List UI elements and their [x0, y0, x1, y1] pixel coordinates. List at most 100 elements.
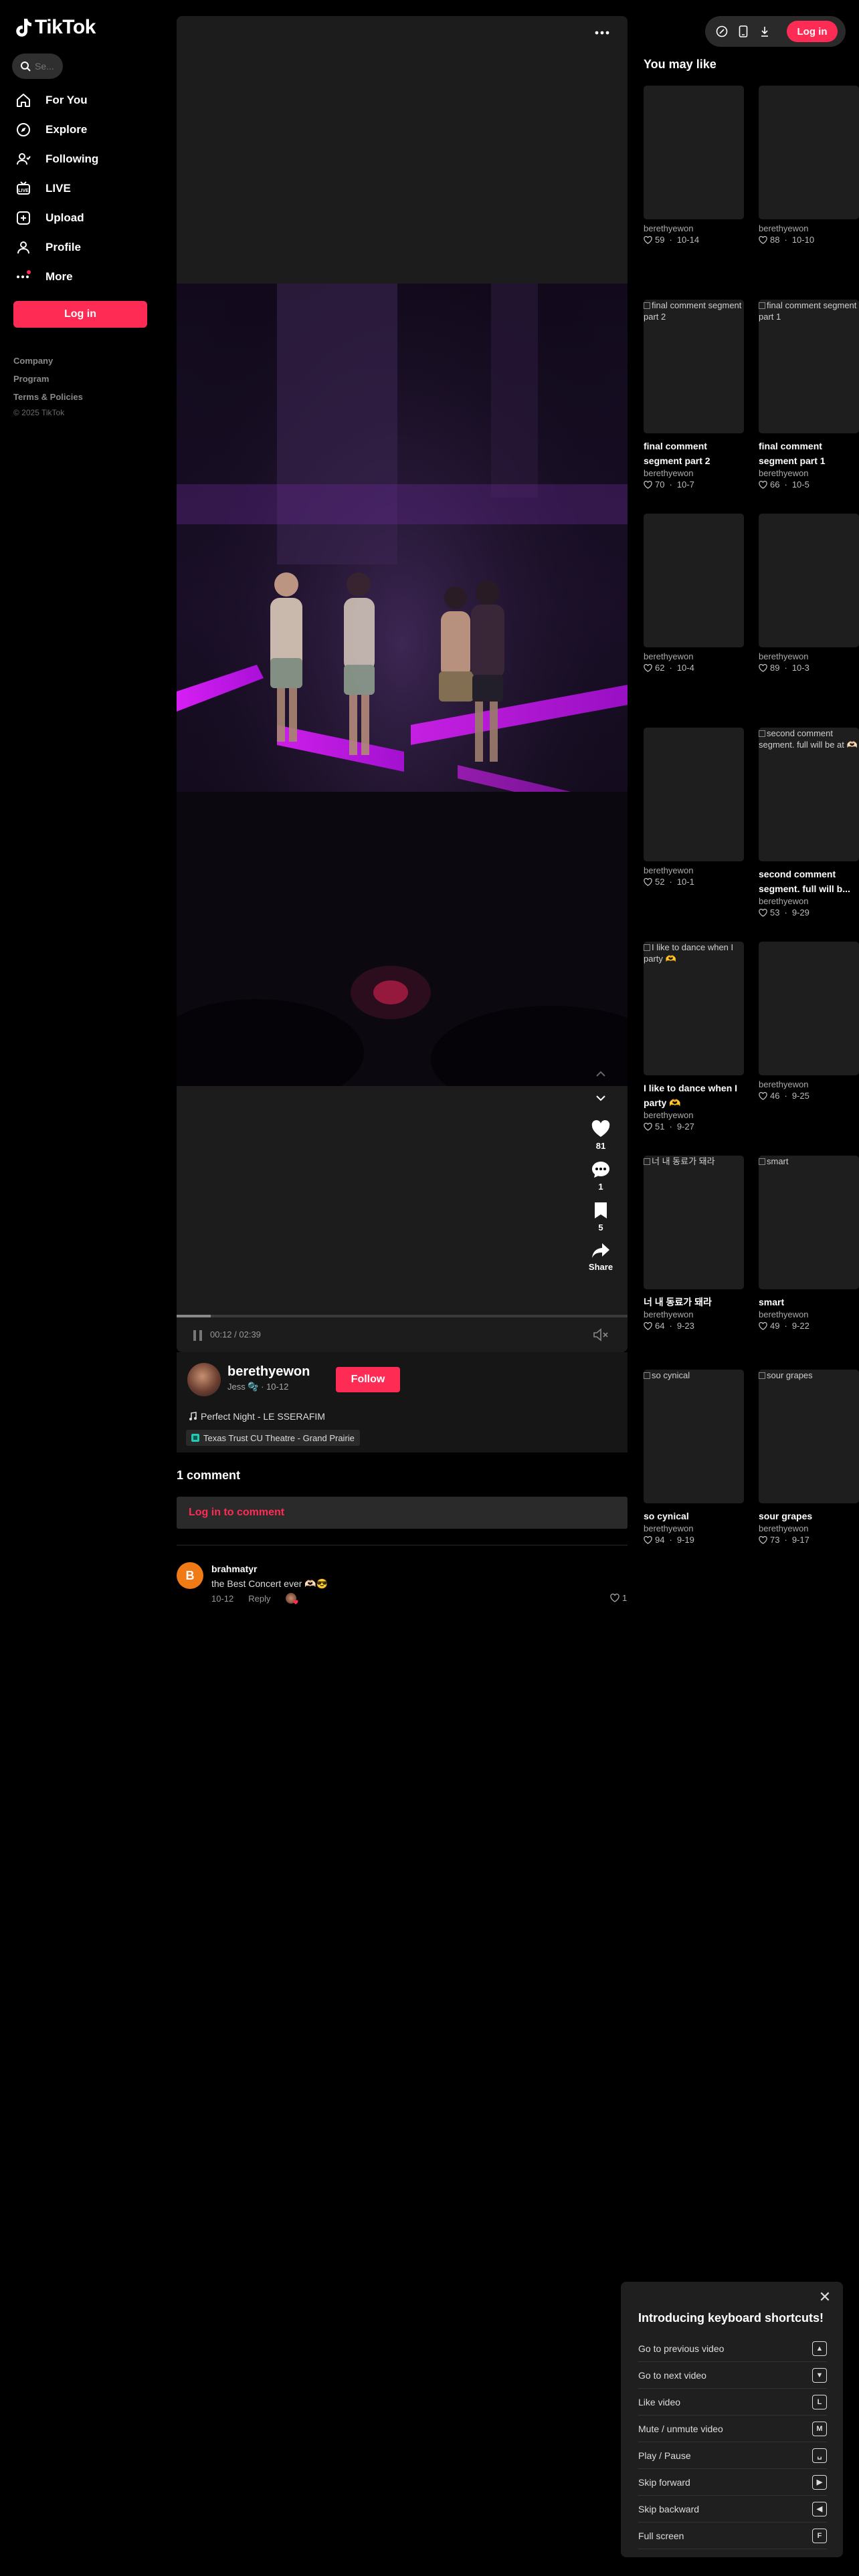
sidebar-login-button[interactable]: Log in	[13, 301, 147, 328]
reply-button[interactable]: Reply	[248, 1594, 270, 1604]
progress-track[interactable]	[177, 1315, 628, 1317]
next-video-button[interactable]	[595, 1085, 607, 1111]
footer-link-company[interactable]: Company	[13, 356, 53, 366]
location-tag[interactable]: Texas Trust CU Theatre - Grand Prairie	[186, 1430, 360, 1446]
video-author[interactable]: berethyewon	[644, 865, 744, 875]
video-author[interactable]: berethyewon	[644, 1110, 744, 1120]
video-thumbnail[interactable]: I like to dance when I party 🫶	[644, 942, 744, 1075]
get-app-button[interactable]	[735, 23, 752, 40]
video-thumbnail[interactable]	[644, 728, 744, 861]
video-thumbnail[interactable]: final comment segment part 1	[759, 300, 859, 433]
recommended-video-card[interactable]: sour grapes sour grapes berethyewon 73 · 9-17	[759, 1370, 859, 1545]
recommended-video-card[interactable]: so cynical so cynical berethyewon 94 · 9-19	[644, 1370, 744, 1545]
heart-outline-icon	[644, 1321, 652, 1330]
music-link[interactable]: Perfect Night - LE SSERAFIM	[189, 1411, 325, 1422]
recommended-video-card[interactable]: final comment segment part 1 final commen…	[759, 300, 859, 490]
header-login-button[interactable]: Log in	[787, 21, 838, 42]
heart-icon	[292, 1600, 298, 1604]
video-author[interactable]: berethyewon	[759, 223, 859, 233]
like-button[interactable]: 81	[591, 1119, 611, 1151]
share-button[interactable]: Share	[589, 1242, 613, 1272]
footer-link-program[interactable]: Program	[13, 374, 49, 384]
video-thumbnail[interactable]: 너 내 동료가 돼라	[644, 1156, 744, 1289]
video-author[interactable]: berethyewon	[644, 1309, 744, 1319]
sidebar-item-more[interactable]: More	[15, 263, 155, 290]
video-thumbnail[interactable]: smart	[759, 1156, 859, 1289]
sidebar-item-following[interactable]: Following	[15, 146, 155, 173]
video-thumbnail[interactable]	[644, 86, 744, 219]
shortcut-label: Play / Pause	[638, 2450, 691, 2461]
recommended-video-card[interactable]: berethyewon 62 · 10-4	[644, 514, 744, 673]
video-author[interactable]: berethyewon	[644, 651, 744, 661]
author-avatar[interactable]	[187, 1363, 221, 1396]
play-pause-button[interactable]	[193, 1329, 203, 1341]
video-author[interactable]: berethyewon	[644, 223, 744, 233]
commenter-name[interactable]: brahmatyr	[211, 1564, 257, 1574]
video-like-count: 88	[770, 235, 780, 245]
video-author[interactable]: berethyewon	[759, 651, 859, 661]
video-thumbnail[interactable]	[759, 514, 859, 647]
recommended-video-card[interactable]: berethyewon 88 · 10-10	[759, 86, 859, 245]
separator-dot: ·	[784, 479, 787, 490]
video-author[interactable]: berethyewon	[644, 1523, 744, 1533]
video-date: 10-14	[676, 235, 700, 245]
sidebar-item-for-you[interactable]: For You	[15, 87, 155, 114]
separator-dot: ·	[669, 235, 672, 245]
separator-dot: ·	[784, 235, 787, 245]
video-stats: 89 · 10-3	[759, 663, 859, 673]
video-like-count: 73	[770, 1535, 780, 1545]
follow-button[interactable]: Follow	[336, 1367, 400, 1392]
sidebar-item-explore[interactable]: Explore	[15, 116, 155, 143]
recommended-video-card[interactable]: berethyewon 59 · 10-14	[644, 86, 744, 245]
commenter-avatar[interactable]: B	[177, 1562, 203, 1589]
comment-like-count: 1	[622, 1593, 628, 1603]
sidebar-item-upload[interactable]: Upload	[15, 205, 155, 231]
recommended-video-card[interactable]: second comment segment. full will be at …	[759, 728, 859, 918]
search-input[interactable]	[35, 61, 56, 72]
search-box[interactable]	[12, 53, 63, 79]
login-to-comment-button[interactable]: Log in to comment	[177, 1497, 628, 1529]
previous-video-button[interactable]	[595, 1070, 607, 1085]
more-options-button[interactable]	[589, 23, 615, 43]
save-button[interactable]: 5	[593, 1201, 609, 1232]
footer-link-terms[interactable]: Terms & Policies	[13, 392, 83, 402]
video-thumbnail[interactable]	[759, 942, 859, 1075]
video-player[interactable]	[177, 284, 628, 1086]
heart-outline-icon	[644, 480, 652, 489]
video-author[interactable]: berethyewon	[759, 896, 859, 906]
video-author[interactable]: berethyewon	[759, 468, 859, 478]
recommended-video-card[interactable]: berethyewon 52 · 10-1	[644, 728, 744, 887]
recommended-video-card[interactable]: berethyewon 46 · 9-25	[759, 942, 859, 1101]
comment-like-button[interactable]: 1	[610, 1593, 627, 1603]
comment-button[interactable]: 1	[591, 1160, 611, 1192]
recommended-video-card[interactable]: berethyewon 89 · 10-3	[759, 514, 859, 673]
recommended-video-card[interactable]: smart smart berethyewon 49 · 9-22	[759, 1156, 859, 1331]
separator-dot: ·	[669, 479, 672, 490]
recommended-video-card[interactable]: 너 내 동료가 돼라 너 내 동료가 돼라 berethyewon 64 · 9-23	[644, 1156, 744, 1331]
video-thumbnail[interactable]: final comment segment part 2	[644, 300, 744, 433]
volume-button[interactable]	[593, 1328, 609, 1341]
video-thumbnail[interactable]: so cynical	[644, 1370, 744, 1503]
video-author[interactable]: berethyewon	[759, 1523, 859, 1533]
close-popup-button[interactable]: ✕	[815, 2287, 835, 2307]
coin-button[interactable]	[713, 23, 731, 40]
sidebar-item-live[interactable]: LIVE LIVE	[15, 175, 155, 202]
author-name[interactable]: berethyewon	[227, 1364, 310, 1380]
video-like-count: 62	[655, 663, 665, 673]
video-author[interactable]: berethyewon	[759, 1309, 859, 1319]
shortcut-key: F	[812, 2528, 827, 2543]
sidebar-item-profile[interactable]: Profile	[15, 234, 155, 261]
recommended-video-card[interactable]: I like to dance when I party 🫶 I like to …	[644, 942, 744, 1132]
download-button[interactable]	[756, 23, 773, 40]
sidebar-item-label: More	[45, 270, 73, 283]
video-author[interactable]: berethyewon	[644, 468, 744, 478]
video-thumbnail[interactable]: sour grapes	[759, 1370, 859, 1503]
video-thumbnail[interactable]	[759, 86, 859, 219]
video-author[interactable]: berethyewon	[759, 1079, 859, 1089]
tiktok-logo[interactable]: TikTok	[15, 16, 96, 39]
recommended-video-card[interactable]: final comment segment part 2 final commen…	[644, 300, 744, 490]
thumbnail-alt-text: final comment segment part 1	[759, 300, 857, 322]
video-thumbnail[interactable]	[644, 514, 744, 647]
video-thumbnail[interactable]: second comment segment. full will be at …	[759, 728, 859, 861]
separator-dot: ·	[784, 663, 787, 673]
